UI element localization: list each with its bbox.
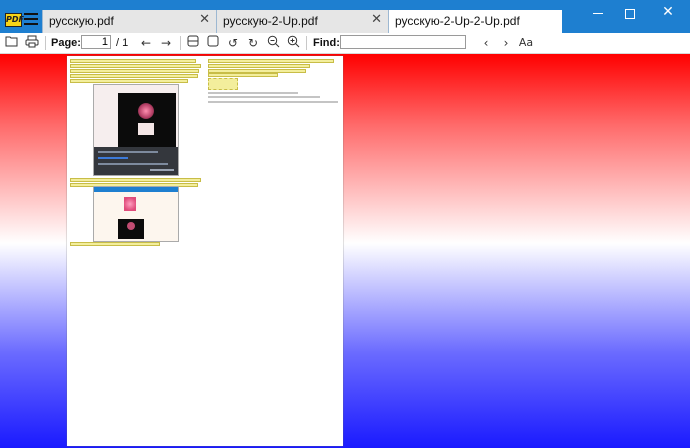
tab-close-icon[interactable]: ✕: [371, 12, 382, 27]
tab-label: русскую-2-Up-2-Up.pdf: [395, 14, 520, 28]
highlighted-text-line: [70, 178, 201, 182]
tab-2[interactable]: русскую-2-Up.pdf ✕: [216, 10, 388, 33]
close-window-button[interactable]: ✕: [646, 0, 690, 25]
title-bar: PDF русскую.pdf ✕ русскую-2-Up.pdf ✕ рус…: [0, 0, 690, 33]
back-icon[interactable]: ←: [138, 35, 154, 51]
tab-1[interactable]: русскую.pdf ✕: [42, 10, 216, 33]
text-line: [208, 92, 298, 94]
fit-page-icon[interactable]: [205, 35, 221, 51]
highlighted-block: [208, 78, 238, 90]
find-prev-icon[interactable]: ‹: [478, 35, 494, 51]
highlighted-text-line: [70, 242, 160, 246]
page-number-input[interactable]: 1: [81, 35, 111, 49]
find-label: Find:: [313, 37, 340, 49]
menu-icon[interactable]: [24, 13, 38, 25]
print-icon[interactable]: [24, 35, 40, 51]
highlighted-text-line: [208, 64, 310, 68]
app-logo-icon: PDF: [5, 13, 24, 27]
page-label: Page:: [51, 37, 81, 49]
highlighted-text-line: [70, 69, 199, 73]
forward-icon[interactable]: →: [158, 35, 174, 51]
embedded-screenshot: [93, 186, 179, 242]
tab-close-icon[interactable]: ✕: [199, 12, 210, 27]
minimize-icon: [593, 13, 603, 14]
tab-label: русскую.pdf: [49, 14, 114, 28]
pdf-page: [67, 56, 343, 446]
embedded-screenshot: [93, 84, 179, 176]
highlighted-text-line: [70, 79, 188, 83]
document-canvas[interactable]: [0, 54, 690, 448]
tab-label: русскую-2-Up.pdf: [223, 14, 318, 28]
toolbar: Page: 1 / 1 ← → ↺ ↻ Find: ‹ › Aa: [0, 33, 690, 54]
text-line: [208, 96, 320, 98]
rotate-left-icon[interactable]: ↺: [225, 35, 241, 51]
toolbar-separator: [180, 36, 181, 50]
toolbar-separator: [306, 36, 307, 50]
find-next-icon[interactable]: ›: [498, 35, 514, 51]
tab-3-active[interactable]: русскую-2-Up-2-Up.pdf: [388, 10, 562, 33]
zoom-in-icon[interactable]: [285, 35, 301, 51]
toolbar-separator: [45, 36, 46, 50]
highlighted-text-line: [208, 73, 278, 77]
maximize-icon: [625, 8, 635, 19]
match-case-icon[interactable]: Aa: [518, 35, 534, 51]
fit-width-icon[interactable]: [185, 35, 201, 51]
open-icon[interactable]: [4, 35, 20, 51]
page-total: / 1: [116, 37, 129, 49]
find-input[interactable]: [340, 35, 466, 49]
highlighted-text-line: [70, 59, 196, 63]
rotate-right-icon[interactable]: ↻: [245, 35, 261, 51]
highlighted-text-line: [70, 74, 198, 78]
highlighted-text-line: [208, 59, 334, 63]
zoom-out-icon[interactable]: [265, 35, 281, 51]
text-line: [208, 101, 338, 103]
highlighted-text-line: [70, 64, 201, 68]
